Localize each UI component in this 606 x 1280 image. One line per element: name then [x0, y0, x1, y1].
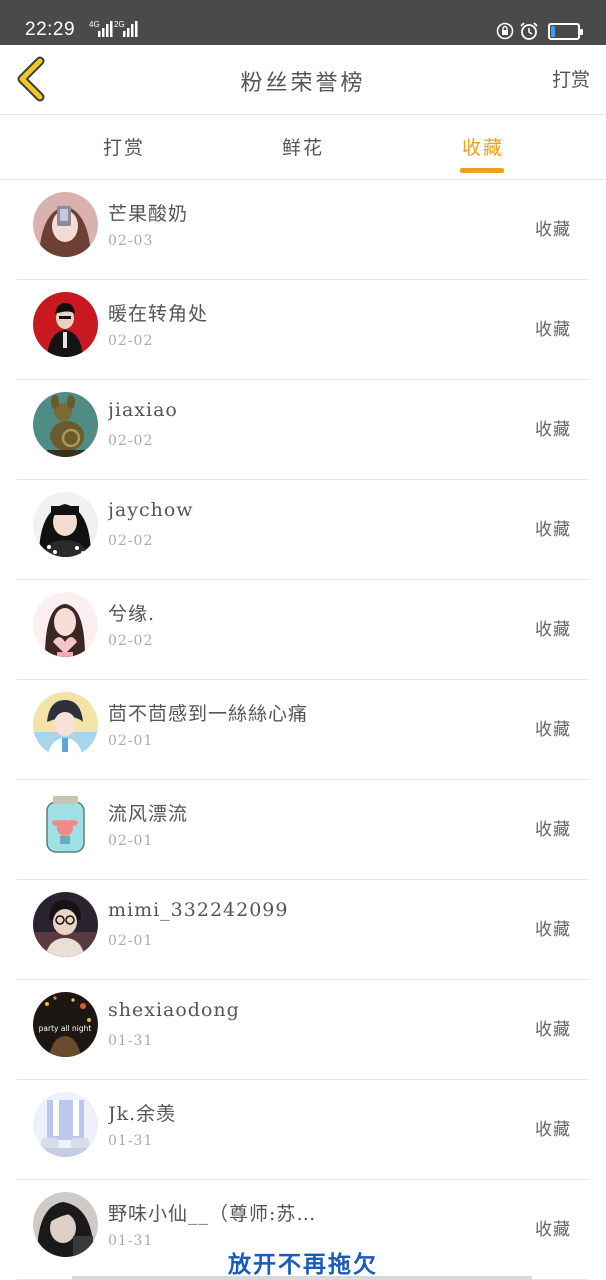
- avatar: [33, 292, 98, 357]
- avatar: [33, 1092, 98, 1157]
- status-time: 22:29: [25, 19, 76, 40]
- tab-bar: 打赏 鲜花 收藏: [0, 115, 606, 180]
- tab-label: 打赏: [102, 137, 145, 159]
- fan-name: 兮缘.: [108, 603, 156, 625]
- fan-type: 收藏: [535, 220, 571, 240]
- fan-name: 芒果酸奶: [108, 203, 189, 225]
- list-item[interactable]: 流风漂流 02-01 收藏: [17, 780, 589, 880]
- list-item[interactable]: mimi_332242099 02-01 收藏: [17, 880, 589, 980]
- list-item[interactable]: party all night shexiaodong 01-31 收藏: [17, 980, 589, 1080]
- avatar: [33, 892, 98, 957]
- fan-type: 收藏: [535, 420, 571, 440]
- fan-name: 流风漂流: [108, 803, 189, 825]
- fan-type: 收藏: [535, 620, 571, 640]
- fan-name: 暖在转角处: [108, 303, 209, 325]
- fan-type: 收藏: [535, 920, 571, 940]
- header: 粉丝荣誉榜 打赏: [0, 45, 606, 115]
- avatar: [33, 392, 98, 457]
- fan-date: 02-01: [108, 733, 154, 749]
- fan-type: 收藏: [535, 1220, 571, 1240]
- fan-name: jaychow: [108, 499, 194, 521]
- status-bar: 22:29 4G 2G: [0, 0, 606, 45]
- fan-date: 02-02: [108, 633, 154, 649]
- avatar-text: party all night: [39, 1024, 92, 1033]
- reward-button[interactable]: 打赏: [552, 65, 590, 92]
- fan-date: 02-02: [108, 333, 154, 349]
- bottom-divider: [72, 1276, 532, 1280]
- fan-type: 收藏: [535, 320, 571, 340]
- status-icons: [496, 21, 583, 41]
- fan-name: 野味小仙__（尊师:苏…: [108, 1203, 317, 1225]
- list-item[interactable]: 芒果酸奶 02-03 收藏: [17, 180, 589, 280]
- fan-date: 01-31: [108, 1033, 154, 1049]
- fan-name: 茴不茴感到一絲絲心痛: [108, 703, 309, 725]
- tab-label: 收藏: [461, 137, 504, 159]
- list-item[interactable]: Jk.余羡 01-31 收藏: [17, 1080, 589, 1180]
- avatar: [33, 692, 98, 757]
- fan-name: jiaxiao: [108, 399, 178, 421]
- fan-type: 收藏: [535, 1020, 571, 1040]
- fan-name: mimi_332242099: [108, 899, 289, 921]
- avatar: [33, 592, 98, 657]
- fan-type: 收藏: [535, 520, 571, 540]
- tab-favorites[interactable]: 收藏: [423, 115, 543, 180]
- fan-name: shexiaodong: [108, 999, 240, 1021]
- fan-date: 02-03: [108, 233, 154, 249]
- fan-date: 01-31: [108, 1133, 154, 1149]
- avatar: [33, 792, 98, 857]
- avatar: [33, 492, 98, 557]
- page-title: 粉丝荣誉榜: [240, 71, 366, 96]
- fan-type: 收藏: [535, 1120, 571, 1140]
- list-item[interactable]: jaychow 02-02 收藏: [17, 480, 589, 580]
- tab-flowers[interactable]: 鲜花: [243, 115, 363, 180]
- lock-rotation-icon: [496, 22, 514, 40]
- tab-reward[interactable]: 打赏: [64, 115, 184, 180]
- fan-list: 芒果酸奶 02-03 收藏 暖在转角处 02-02 收藏 jiaxiao 02-…: [0, 180, 606, 1280]
- watermark-text: 放开不再拖欠: [228, 1251, 378, 1278]
- avatar: party all night: [33, 992, 98, 1057]
- tab-label: 鲜花: [281, 137, 324, 159]
- list-item[interactable]: 兮缘. 02-02 收藏: [17, 580, 589, 680]
- list-item[interactable]: 茴不茴感到一絲絲心痛 02-01 收藏: [17, 680, 589, 780]
- battery-icon: [548, 22, 583, 40]
- list-item[interactable]: jiaxiao 02-02 收藏: [17, 380, 589, 480]
- fan-type: 收藏: [535, 820, 571, 840]
- fan-date: 02-01: [108, 933, 154, 949]
- fan-type: 收藏: [535, 720, 571, 740]
- fan-date: 02-01: [108, 833, 154, 849]
- fan-name: Jk.余羡: [108, 1103, 177, 1125]
- fan-date: 02-02: [108, 433, 154, 449]
- list-item[interactable]: 暖在转角处 02-02 收藏: [17, 280, 589, 380]
- avatar: [33, 192, 98, 257]
- tab-underline: [460, 168, 504, 173]
- alarm-icon: [520, 22, 538, 40]
- fan-date: 02-02: [108, 533, 154, 549]
